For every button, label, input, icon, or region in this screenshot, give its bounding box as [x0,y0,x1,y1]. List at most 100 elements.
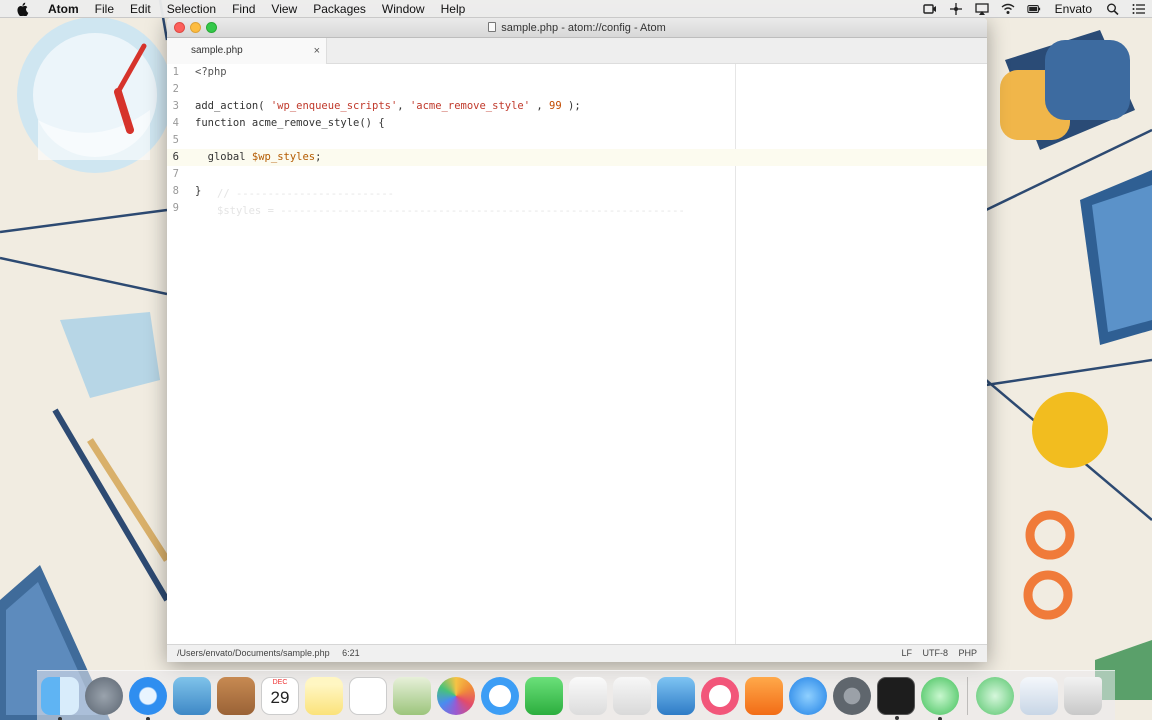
pages-icon[interactable] [569,676,607,715]
photos-icon[interactable] [437,676,475,715]
app-store-icon[interactable] [789,676,827,715]
keynote-icon[interactable] [657,676,695,715]
system-preferences-icon[interactable] [833,676,871,715]
preview-icon[interactable] [173,676,211,715]
tab-label: sample.php [191,45,243,56]
code-token: 'acme_remove_style' [409,100,531,112]
menu-view[interactable]: View [263,0,305,18]
user-name[interactable]: Envato [1047,2,1100,16]
launchpad-icon[interactable] [85,676,123,715]
window-title: sample.php - atom://config - Atom [501,22,666,34]
editor-line[interactable]: 6 global $wp_styles; [167,149,987,166]
contacts-icon[interactable] [217,676,255,715]
menu-app-name[interactable]: Atom [40,0,87,18]
cursor-position[interactable]: 6:21 [342,648,360,658]
atom-window: sample.php - atom://config - Atom sample… [167,18,987,662]
window-titlebar[interactable]: sample.php - atom://config - Atom [167,18,987,38]
finder-icon[interactable] [41,676,79,720]
editor-line[interactable]: 3 add_action( 'wp_enqueue_scripts', 'acme… [167,98,987,115]
menu-find[interactable]: Find [224,0,263,18]
documents-stack-icon[interactable] [1020,676,1058,715]
editor-line[interactable]: 1 <?php [167,64,987,81]
line-ending-selector[interactable]: LF [901,648,912,658]
reminders-icon[interactable] [349,676,387,715]
airplay-icon[interactable] [974,2,989,15]
line-code: } [195,183,201,200]
line-number: 8 [172,185,179,197]
atom-icon[interactable] [921,676,959,720]
calendar-month: DEC [272,678,288,686]
line-number: 9 [172,202,179,214]
menu-help[interactable]: Help [433,0,474,18]
code-editor[interactable]: 1 <?php 2 3 add_action( 'wp_enqueue_scripts'… [167,64,987,644]
wifi-icon[interactable] [1001,3,1015,15]
code-token: 'wp_enqueue_scripts' [270,100,398,112]
menu-packages[interactable]: Packages [305,0,374,18]
code-token: <?php [195,66,227,78]
menu-selection[interactable]: Selection [159,0,224,18]
menu-bar: Atom File Edit Selection Find View Packa… [0,0,1152,18]
ibooks-icon[interactable] [745,676,783,715]
line-number: 4 [172,117,179,129]
editor-line[interactable]: 4 function acme_remove_style() { [167,115,987,132]
terminal-icon[interactable] [877,676,915,720]
zoom-window-button[interactable] [206,22,217,33]
dock-separator [967,676,968,715]
line-number: 3 [172,100,179,112]
menu-window[interactable]: Window [374,0,433,18]
battery-icon[interactable] [1026,3,1041,15]
notification-center-icon[interactable] [1132,3,1146,15]
code-token: add_action( [195,100,271,112]
code-token: 99 [549,100,562,112]
line-number: 5 [172,134,179,146]
editor-line[interactable]: 2 [167,81,987,98]
facetime-icon[interactable] [525,676,563,715]
code-token: ); [561,100,581,112]
code-token: ; [315,151,322,163]
code-token: global [195,151,252,163]
window-controls [174,22,222,33]
line-number: 2 [172,83,179,95]
encoding-selector[interactable]: UTF-8 [922,648,948,658]
file-path[interactable]: /Users/envato/Documents/sample.php [177,648,330,658]
editor-line[interactable]: 7 [167,166,987,183]
close-tab-icon[interactable]: × [314,38,320,64]
tab-sample-php[interactable]: sample.php × [167,38,327,64]
calendar-icon[interactable]: DEC 29 [261,676,299,715]
numbers-icon[interactable] [613,676,651,715]
code-token: , [530,100,550,112]
code-token: $wp_styles [251,151,316,163]
tab-bar: sample.php × [167,38,987,64]
document-icon [488,22,497,32]
itunes-icon[interactable] [701,676,739,715]
spotlight-search-icon[interactable] [1106,3,1120,15]
ghost-text-2: $styles = ------------------------------… [217,205,685,217]
minimize-window-button[interactable] [190,22,201,33]
code-token: , [397,100,410,112]
line-code: global $wp_styles; [195,149,322,166]
status-bar: /Users/envato/Documents/sample.php 6:21 … [167,644,987,662]
apple-icon[interactable] [16,2,30,16]
calendar-day: 29 [270,687,290,707]
line-number: 7 [172,168,179,180]
maps-icon[interactable] [393,676,431,715]
line-code: <?php [195,64,227,81]
network-icon[interactable] [949,2,963,15]
screen-recording-icon[interactable] [922,3,937,15]
trash-icon[interactable] [1064,676,1102,715]
code-token: function acme_remove_style() { [195,117,385,129]
line-number: 1 [172,66,179,78]
line-code: function acme_remove_style() { [195,115,385,132]
menu-edit[interactable]: Edit [122,0,159,18]
messages-icon[interactable] [481,676,519,715]
dock: DEC 29 [37,670,1115,720]
safari-icon[interactable] [129,676,167,720]
menu-file[interactable]: File [87,0,122,18]
editor-line[interactable]: 5 [167,132,987,149]
notes-icon[interactable] [305,676,343,715]
downloads-stack-icon[interactable] [976,676,1014,715]
line-number: 6 [172,151,179,163]
close-window-button[interactable] [174,22,185,33]
code-token: } [195,185,202,197]
grammar-selector[interactable]: PHP [958,648,977,658]
